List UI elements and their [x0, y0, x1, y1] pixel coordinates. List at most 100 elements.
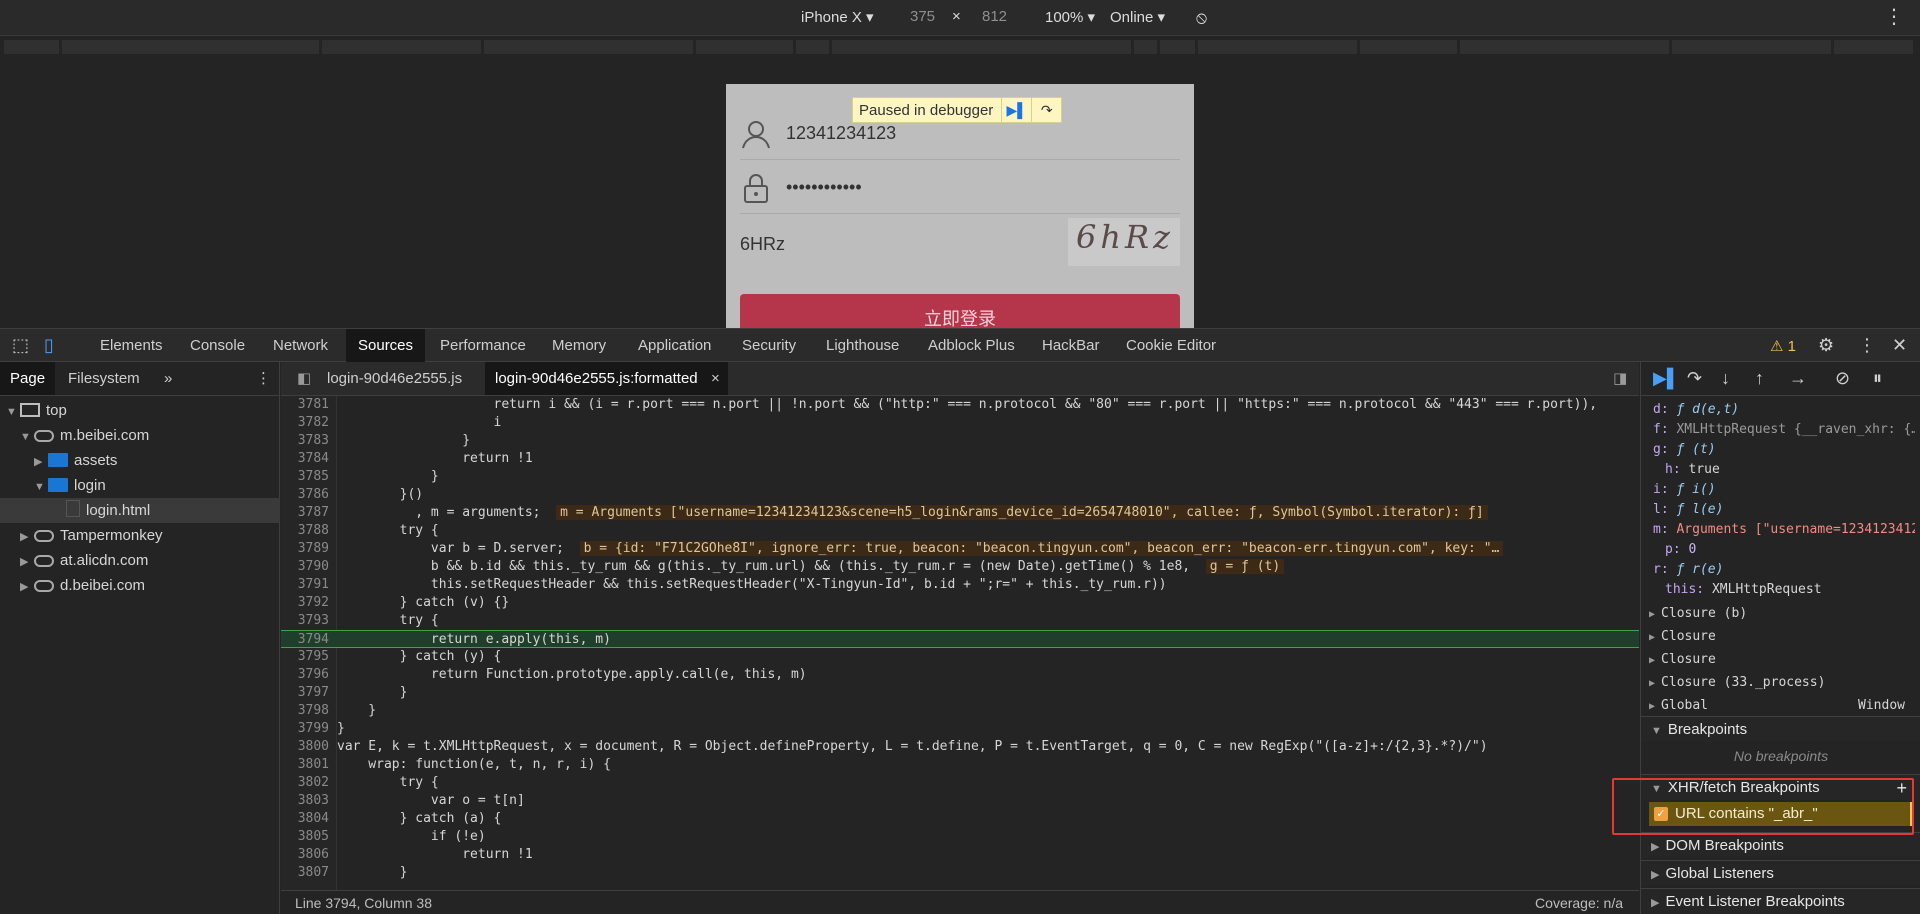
- width-input[interactable]: 375: [910, 8, 935, 25]
- line-number[interactable]: 3797: [281, 684, 331, 702]
- line-number[interactable]: 3799: [281, 720, 331, 738]
- code-line[interactable]: 3800 var E, k = t.XMLHttpRequest, x = doc…: [281, 738, 1639, 756]
- code-line[interactable]: 3781 return i && (i = r.port === n.port …: [281, 396, 1639, 414]
- tab-login-js[interactable]: login-90d46e2555.js: [317, 362, 472, 395]
- line-number[interactable]: 3806: [281, 846, 331, 864]
- code-line[interactable]: 3796 return Function.prototype.apply.cal…: [281, 666, 1639, 684]
- code-line[interactable]: 3791 this.setRequestHeader && this.setRe…: [281, 576, 1639, 594]
- line-number[interactable]: 3795: [281, 648, 331, 666]
- zoom-select[interactable]: 100% ▾: [1045, 8, 1095, 26]
- line-number[interactable]: 3798: [281, 702, 331, 720]
- step-icon[interactable]: →: [1789, 368, 1807, 389]
- tree-item-assets[interactable]: ▶ assets: [34, 448, 117, 473]
- captcha-input[interactable]: 6HRz: [740, 234, 785, 255]
- line-number[interactable]: 3803: [281, 792, 331, 810]
- global-listeners-header[interactable]: ▶ Global Listeners: [1641, 860, 1920, 886]
- breakpoints-header[interactable]: ▼ Breakpoints: [1641, 716, 1920, 742]
- scope-variable[interactable]: l: ƒ l(e): [1653, 500, 1915, 520]
- line-number[interactable]: 3786: [281, 486, 331, 504]
- scope-variable[interactable]: h: true: [1665, 460, 1920, 480]
- dom-breakpoints-header[interactable]: ▶ DOM Breakpoints: [1641, 832, 1920, 858]
- kebab-menu-icon[interactable]: ⋮: [1858, 335, 1876, 356]
- step-over-icon[interactable]: ↷: [1031, 98, 1061, 122]
- tab-filesystem[interactable]: Filesystem: [58, 362, 150, 395]
- tree-item-d-beibei[interactable]: ▶ d.beibei.com: [20, 573, 145, 598]
- line-number[interactable]: 3802: [281, 774, 331, 792]
- height-input[interactable]: 812: [982, 8, 1007, 25]
- line-number[interactable]: 3792: [281, 594, 331, 612]
- rotate-icon[interactable]: ⦸: [1196, 8, 1207, 28]
- scope-variable[interactable]: p: 0: [1665, 540, 1920, 560]
- line-number[interactable]: 3791: [281, 576, 331, 594]
- code-line[interactable]: 3803 var o = t[n]: [281, 792, 1639, 810]
- line-number[interactable]: 3783: [281, 432, 331, 450]
- line-number[interactable]: 3782: [281, 414, 331, 432]
- closure-scope[interactable]: ▶ Closure: [1649, 650, 1911, 670]
- code-line[interactable]: 3804 } catch (a) {: [281, 810, 1639, 828]
- tab-login-js-formatted[interactable]: login-90d46e2555.js:formatted: [485, 362, 728, 395]
- more-tabs-icon[interactable]: »: [154, 362, 182, 395]
- navigator-menu-icon[interactable]: ⋮: [246, 362, 281, 395]
- code-line[interactable]: 3793 try {: [281, 612, 1639, 630]
- step-into-icon[interactable]: ↓: [1721, 368, 1730, 389]
- code-line[interactable]: 3782 i: [281, 414, 1639, 432]
- closure-scope[interactable]: ▶ Closure: [1649, 627, 1911, 647]
- line-number[interactable]: 3784: [281, 450, 331, 468]
- tab-memory[interactable]: Memory: [540, 329, 618, 362]
- code-line[interactable]: 3801 wrap: function(e, t, n, r, i) {: [281, 756, 1639, 774]
- code-line[interactable]: 3797 }: [281, 684, 1639, 702]
- throttle-select[interactable]: Online ▾: [1110, 8, 1165, 26]
- tab-adblock-plus[interactable]: Adblock Plus: [916, 329, 1027, 362]
- line-number[interactable]: 3793: [281, 612, 331, 630]
- line-number[interactable]: 3800: [281, 738, 331, 756]
- code-line[interactable]: 3787 , m = arguments; m = Arguments ["us…: [281, 504, 1639, 522]
- step-over-icon[interactable]: ↷: [1687, 368, 1702, 389]
- code-line[interactable]: 3799}: [281, 720, 1639, 738]
- pause-on-exceptions-icon[interactable]: ⏸: [1873, 368, 1882, 389]
- toggle-debugger-icon[interactable]: ◨: [1603, 362, 1637, 395]
- tree-item-tampermonkey[interactable]: ▶ Tampermonkey: [20, 523, 163, 548]
- line-number[interactable]: 3807: [281, 864, 331, 882]
- code-line[interactable]: 3786 }(): [281, 486, 1639, 504]
- global-scope[interactable]: ▶ Global Window: [1649, 696, 1911, 716]
- tab-performance[interactable]: Performance: [428, 329, 538, 362]
- tree-item-login[interactable]: ▼ login: [34, 473, 106, 498]
- line-number[interactable]: 3805: [281, 828, 331, 846]
- password-input[interactable]: ••••••••••••: [786, 177, 862, 198]
- step-out-icon[interactable]: ↑: [1755, 368, 1764, 389]
- scope-variable[interactable]: i: ƒ i(): [1653, 480, 1915, 500]
- line-number[interactable]: 3788: [281, 522, 331, 540]
- line-number[interactable]: 3789: [281, 540, 331, 558]
- tab-console[interactable]: Console: [178, 329, 257, 362]
- closure-scope[interactable]: ▶ Closure (b): [1649, 604, 1911, 624]
- code-line[interactable]: 3805 if (!e): [281, 828, 1639, 846]
- scope-variable[interactable]: m: Arguments ["username=12341234123&scen…: [1653, 520, 1915, 540]
- code-line[interactable]: 3792 } catch (v) {}: [281, 594, 1639, 612]
- scope-variable[interactable]: d: ƒ d(e,t): [1653, 400, 1915, 420]
- password-row[interactable]: ••••••••••••: [740, 162, 1180, 214]
- code-line[interactable]: 3784 return !1: [281, 450, 1639, 468]
- code-line[interactable]: 3789 var b = D.server; b = {id: "F71C2GO…: [281, 540, 1639, 558]
- code-line[interactable]: 3798 }: [281, 702, 1639, 720]
- code-line[interactable]: 3794 return e.apply(this, m): [281, 630, 1639, 648]
- line-number[interactable]: 3801: [281, 756, 331, 774]
- close-tab-icon[interactable]: ×: [701, 362, 730, 395]
- code-line[interactable]: 3788 try {: [281, 522, 1639, 540]
- code-line[interactable]: 3795 } catch (y) {: [281, 648, 1639, 666]
- line-number[interactable]: 3781: [281, 396, 331, 414]
- scope-variable[interactable]: g: ƒ (t): [1653, 440, 1915, 460]
- scope-variable[interactable]: this: XMLHttpRequest: [1665, 580, 1920, 600]
- line-number[interactable]: 3804: [281, 810, 331, 828]
- scope-variable[interactable]: f: XMLHttpRequest {__raven_xhr: {…}}: [1653, 420, 1915, 440]
- resume-icon[interactable]: ▶▌: [1001, 98, 1031, 122]
- more-options-icon[interactable]: ⋮: [1884, 4, 1904, 29]
- tab-elements[interactable]: Elements: [88, 329, 175, 362]
- resume-icon[interactable]: ▶▌: [1653, 368, 1680, 389]
- captcha-image[interactable]: 6hRz: [1068, 218, 1180, 266]
- tree-item-m-beibei[interactable]: ▼ m.beibei.com: [20, 423, 149, 448]
- tree-item-top[interactable]: ▼ top: [6, 398, 67, 423]
- deactivate-breakpoints-icon[interactable]: ⊘: [1835, 368, 1850, 389]
- code-line[interactable]: 3783 }: [281, 432, 1639, 450]
- warning-badge[interactable]: ⚠ 1: [1770, 337, 1796, 355]
- tab-lighthouse[interactable]: Lighthouse: [814, 329, 911, 362]
